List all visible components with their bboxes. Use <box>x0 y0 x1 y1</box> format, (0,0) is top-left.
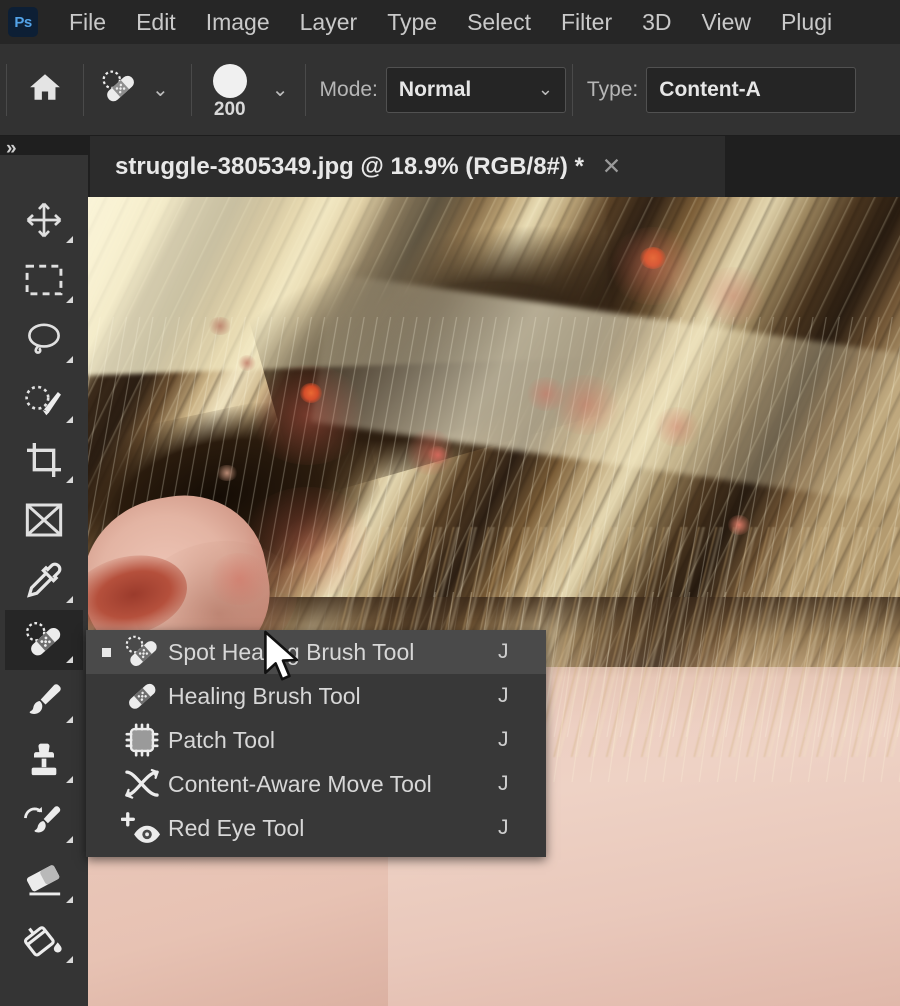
paint-bucket-icon <box>23 920 65 960</box>
lasso-icon <box>24 321 64 359</box>
eyedropper-icon <box>24 560 64 600</box>
spot-healing-brush-icon <box>20 618 68 662</box>
home-button[interactable] <box>13 44 77 135</box>
menu-items: File Edit Image Layer Type Select Filter… <box>54 9 847 36</box>
crop-icon <box>24 440 64 480</box>
flyout-item-red-eye-tool[interactable]: Red Eye Tool J <box>86 806 546 850</box>
flyout-item-content-aware-move-tool[interactable]: Content-Aware Move Tool J <box>86 762 546 806</box>
sidebar-item-brush-tool[interactable] <box>5 670 83 730</box>
tool-flyout-menu: Spot Healing Brush Tool J Healing Brush … <box>86 630 546 857</box>
image-canvas[interactable] <box>88 197 900 1006</box>
photoshop-window: Ps File Edit Image Layer Type Select Fil… <box>0 0 900 1006</box>
menu-bar: Ps File Edit Image Layer Type Select Fil… <box>0 0 900 44</box>
frame-icon <box>24 501 64 539</box>
flyout-item-shortcut: J <box>498 684 509 707</box>
flyout-item-label: Red Eye Tool <box>168 814 305 841</box>
options-divider-2 <box>190 63 192 116</box>
photoshop-logo[interactable]: Ps <box>8 7 38 37</box>
document-photo <box>88 197 900 1006</box>
flyout-item-label: Spot Healing Brush Tool <box>168 638 415 665</box>
menu-filter[interactable]: Filter <box>546 9 627 36</box>
spot-healing-brush-icon <box>96 66 142 113</box>
options-bar: ⌄ 200 ⌄ Mode: Normal ⌄ Type: Content-A <box>0 44 900 136</box>
menu-layer[interactable]: Layer <box>285 9 373 36</box>
history-brush-icon <box>23 800 65 840</box>
brush-chevron-down-icon[interactable]: ⌄ <box>262 77 299 102</box>
brush-preview[interactable]: 200 <box>198 58 262 121</box>
sidebar-item-rectangular-marquee-tool[interactable] <box>5 250 83 310</box>
flyout-item-healing-brush-tool[interactable]: Healing Brush Tool J <box>86 674 546 718</box>
options-divider-3 <box>304 63 306 116</box>
flyout-item-spot-healing-brush-tool[interactable]: Spot Healing Brush Tool J <box>86 630 546 674</box>
sidebar-item-frame-tool[interactable] <box>5 490 83 550</box>
options-divider-1 <box>83 63 84 116</box>
menu-view[interactable]: View <box>687 9 766 36</box>
selected-bullet-icon <box>96 647 116 657</box>
patch-icon <box>116 721 168 759</box>
eraser-icon <box>23 861 65 899</box>
spot-healing-brush-icon <box>116 632 168 672</box>
current-tool-preset[interactable]: ⌄ <box>90 44 185 135</box>
flyout-item-label: Patch Tool <box>168 726 275 753</box>
brush-tip-preview-icon <box>212 64 247 98</box>
sidebar-item-lasso-tool[interactable] <box>5 310 83 370</box>
document-tab[interactable]: struggle-3805349.jpg @ 18.9% (RGB/8#) * … <box>90 136 725 197</box>
menu-file[interactable]: File <box>54 9 121 36</box>
flyout-item-label: Healing Brush Tool <box>168 682 361 709</box>
mode-value: Normal <box>398 77 472 101</box>
flyout-item-label: Content-Aware Move Tool <box>168 770 432 797</box>
menu-type[interactable]: Type <box>372 9 452 36</box>
sidebar-item-move-tool[interactable] <box>5 190 83 250</box>
mode-control: Mode: Normal ⌄ <box>312 44 566 135</box>
flyout-item-patch-tool[interactable]: Patch Tool J <box>86 718 546 762</box>
mode-dropdown[interactable]: Normal ⌄ <box>385 66 566 113</box>
healing-brush-icon <box>116 676 168 716</box>
menu-image[interactable]: Image <box>191 9 285 36</box>
mode-label: Mode: <box>319 77 378 101</box>
type-dropdown[interactable]: Content-A <box>646 66 857 113</box>
move-icon <box>24 200 64 240</box>
type-label: Type: <box>586 77 639 101</box>
menu-edit[interactable]: Edit <box>121 9 191 36</box>
home-icon <box>26 70 64 109</box>
close-icon[interactable]: ✕ <box>602 155 621 178</box>
type-value: Content-A <box>659 77 761 101</box>
sidebar-item-crop-tool[interactable] <box>5 430 83 490</box>
options-divider-4 <box>571 63 573 116</box>
brush-picker[interactable]: 200 ⌄ <box>198 44 299 135</box>
sidebar-item-object-selection-tool[interactable] <box>5 370 83 430</box>
clone-stamp-icon <box>24 740 64 780</box>
tool-preset-chevron-down-icon[interactable]: ⌄ <box>142 77 179 102</box>
brush-size-value: 200 <box>213 99 246 120</box>
menu-plugins[interactable]: Plugi <box>766 9 847 36</box>
brush-icon <box>24 680 64 720</box>
document-tab-title: struggle-3805349.jpg @ 18.9% (RGB/8#) * <box>115 152 584 180</box>
marquee-icon <box>24 262 64 298</box>
mode-chevron-down-icon: ⌄ <box>537 79 553 99</box>
flyout-item-shortcut: J <box>498 728 509 751</box>
object-selection-icon <box>23 381 65 419</box>
red-eye-icon <box>116 809 168 847</box>
sidebar-item-eraser-tool[interactable] <box>5 850 83 910</box>
sidebar-item-eyedropper-tool[interactable] <box>5 550 83 610</box>
sidebar-item-clone-stamp-tool[interactable] <box>5 730 83 790</box>
type-control: Type: Content-A <box>579 44 857 135</box>
sidebar-item-gradient-tool[interactable] <box>5 910 83 970</box>
sidebar-item-spot-healing-brush-tool[interactable] <box>5 610 83 670</box>
flyout-item-shortcut: J <box>498 816 509 839</box>
tab-strip: » struggle-3805349.jpg @ 18.9% (RGB/8#) … <box>0 136 900 197</box>
sidebar-item-history-brush-tool[interactable] <box>5 790 83 850</box>
menu-3d[interactable]: 3D <box>627 9 686 36</box>
menu-select[interactable]: Select <box>452 9 546 36</box>
content-aware-move-icon <box>116 765 168 803</box>
flyout-item-shortcut: J <box>498 772 509 795</box>
tools-panel <box>0 155 88 1006</box>
flyout-item-shortcut: J <box>498 640 509 663</box>
options-divider-0 <box>6 63 7 116</box>
